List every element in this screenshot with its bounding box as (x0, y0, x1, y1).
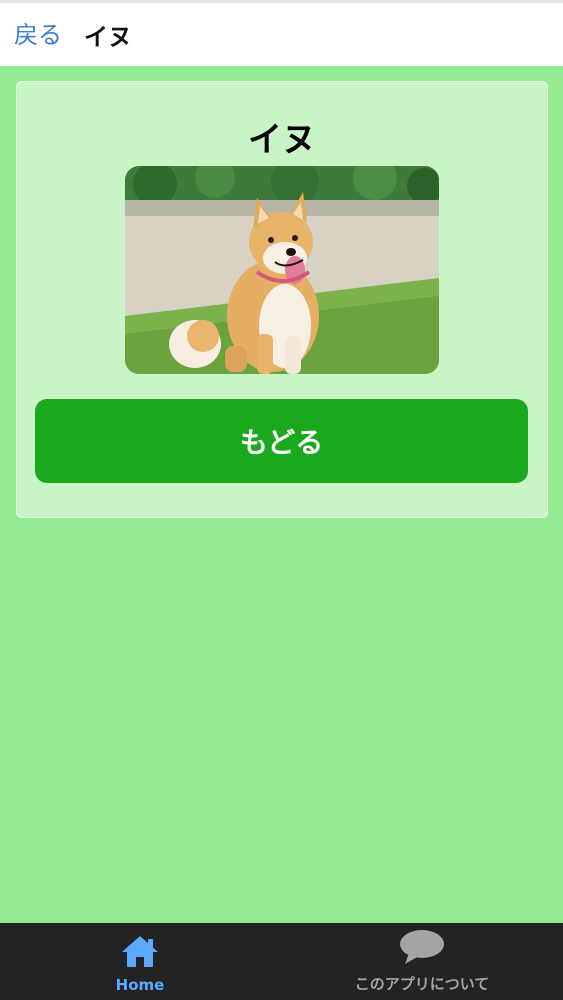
speech-bubble-icon (399, 929, 445, 969)
dog-photo (125, 166, 439, 374)
back-button[interactable]: もどる (35, 399, 528, 483)
tab-about-label: このアプリについて (354, 975, 490, 993)
tab-bar: Home このアプリについて (0, 923, 563, 1000)
tab-home[interactable]: Home (70, 923, 210, 1000)
page-title: イヌ (84, 23, 132, 51)
app-screen: 戻る イヌ イヌ もどる Home このアプリについて (0, 0, 563, 1000)
animal-card: イヌ もどる (16, 81, 548, 518)
main-content: イヌ もどる (0, 66, 563, 923)
tab-about[interactable]: このアプリについて (322, 923, 522, 1000)
animal-name: イヌ (248, 120, 316, 160)
tab-home-label: Home (115, 976, 165, 994)
home-icon (120, 934, 160, 972)
navigation-bar: 戻る イヌ (0, 0, 563, 66)
back-link[interactable]: 戻る (14, 15, 62, 50)
